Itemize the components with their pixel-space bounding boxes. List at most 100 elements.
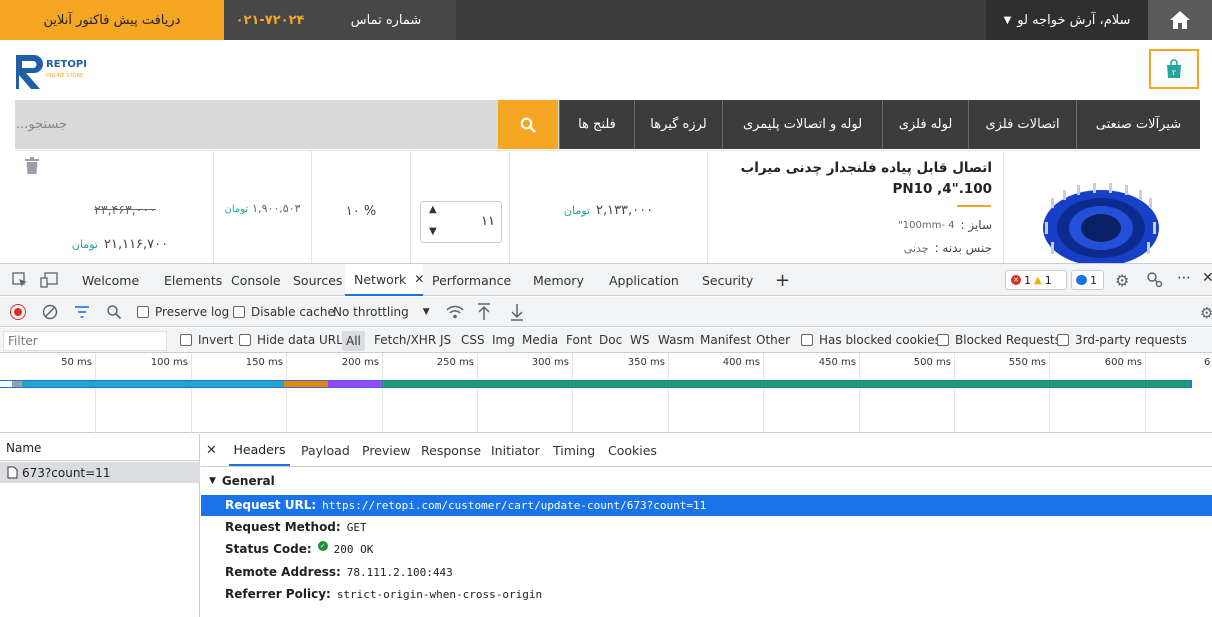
tab-security[interactable]: Security	[702, 264, 753, 296]
timeline-tick-label: 450 ms	[818, 357, 856, 368]
request-url-row[interactable]: Request URL: https://retopi.com/customer…	[225, 498, 706, 512]
search-button[interactable]	[498, 100, 558, 149]
tab-initiator[interactable]: Initiator	[491, 434, 540, 466]
cart-button[interactable]: ۲	[1149, 49, 1199, 89]
type-filter-other[interactable]: Other	[756, 333, 790, 347]
inspect-element-icon[interactable]	[12, 272, 28, 288]
type-filter-img[interactable]: Img	[492, 333, 515, 347]
retopi-logo[interactable]: RETOPI ONLINE STORE	[14, 53, 104, 93]
warning-count: 1	[1044, 273, 1052, 287]
network-settings-gear-icon[interactable]: ⚙	[1200, 304, 1212, 322]
import-har-icon[interactable]	[477, 303, 491, 321]
menu-industrial-valves[interactable]: شیرآلات صنعتی	[1076, 100, 1200, 149]
quantity-decrease-button[interactable]: ▼	[429, 226, 437, 237]
status-code-value[interactable]: 200 OK	[334, 543, 374, 556]
record-stop-icon[interactable]	[10, 304, 26, 320]
settings-gear-icon[interactable]: ⚙	[1115, 271, 1129, 290]
throttling-select[interactable]: No throttling ▼	[333, 300, 433, 324]
close-tab-icon[interactable]: ✕	[414, 272, 424, 286]
search-input[interactable]: جستجو...	[16, 100, 496, 149]
type-filter-doc[interactable]: Doc	[599, 333, 622, 347]
preserve-log-checkbox[interactable]: Preserve log	[137, 305, 229, 319]
type-filter-media[interactable]: Media	[522, 333, 558, 347]
logo-brand: RETOPI	[46, 59, 87, 70]
tab-performance[interactable]: Performance	[432, 264, 511, 296]
export-har-icon[interactable]	[510, 303, 524, 321]
checkbox-icon	[233, 306, 245, 318]
menu-vibration-dampers[interactable]: لرزه گیرها	[634, 100, 722, 149]
close-details-icon[interactable]: ✕	[206, 434, 217, 466]
tab-cookies[interactable]: Cookies	[608, 434, 657, 466]
user-greeting-dropdown[interactable]: ▼ سلام، آرش خواجه لو	[986, 0, 1148, 40]
tab-sources[interactable]: Sources	[293, 264, 342, 296]
type-filter-wasm[interactable]: Wasm	[658, 333, 694, 347]
tab-welcome[interactable]: Welcome	[82, 264, 139, 296]
type-filter-css[interactable]: CSS	[461, 333, 485, 347]
network-conditions-icon[interactable]	[446, 304, 464, 320]
device-toolbar-icon[interactable]	[40, 272, 58, 288]
more-options-icon[interactable]: ⋯	[1177, 270, 1191, 286]
remote-address-row[interactable]: Remote Address: 78.111.2.100:443	[225, 565, 453, 579]
hide-data-urls-checkbox[interactable]: Hide data URLs	[239, 333, 349, 347]
request-url-label: Request URL:	[225, 498, 317, 512]
status-code-row[interactable]: Status Code: ✓ 200 OK	[225, 541, 374, 556]
quantity-value[interactable]: ۱۱	[461, 214, 495, 229]
close-devtools-icon[interactable]: ✕	[1202, 270, 1212, 286]
type-filter-js[interactable]: JS	[440, 333, 451, 347]
home-button[interactable]	[1148, 0, 1212, 40]
tab-timing[interactable]: Timing	[553, 434, 595, 466]
quote-button[interactable]: دریافت پیش فاکتور آنلاین	[0, 0, 224, 40]
tab-preview[interactable]: Preview	[362, 434, 411, 466]
phone-number[interactable]: ۰۲۱-۷۲۰۲۴	[224, 0, 316, 40]
remote-address-label: Remote Address:	[225, 565, 341, 579]
tab-headers[interactable]: Headers	[229, 434, 290, 466]
type-filter-fetch-xhr[interactable]: Fetch/XHR	[374, 333, 436, 347]
third-party-checkbox[interactable]: 3rd-party requests	[1057, 333, 1187, 347]
request-row[interactable]: 673?count=11	[0, 462, 200, 483]
type-filter-manifest[interactable]: Manifest	[700, 333, 751, 347]
menu-flanges[interactable]: فلنج ها	[559, 100, 634, 149]
general-section-header[interactable]: ▼ General	[209, 474, 275, 488]
search-icon	[520, 117, 536, 133]
referrer-policy-row[interactable]: Referrer Policy: strict-origin-when-cros…	[225, 587, 542, 601]
tab-memory[interactable]: Memory	[533, 264, 584, 296]
request-method-value[interactable]: GET	[347, 521, 367, 534]
type-filter-all[interactable]: All	[342, 331, 365, 351]
type-filter-font[interactable]: Font	[566, 333, 592, 347]
quantity-increase-button[interactable]: ▲	[429, 204, 437, 215]
discount-percent: % ۱۰	[345, 204, 377, 219]
add-tab-icon[interactable]: +	[775, 264, 790, 296]
clear-icon[interactable]	[42, 304, 58, 320]
issues-badge[interactable]: 1	[1071, 270, 1104, 290]
type-filter-ws[interactable]: WS	[630, 333, 649, 347]
product-image[interactable]	[1035, 172, 1167, 266]
third-party-label: 3rd-party requests	[1075, 333, 1187, 347]
request-url-value[interactable]: https://retopi.com/customer/cart/update-…	[322, 499, 706, 512]
name-column-header[interactable]: Name	[0, 434, 200, 461]
invert-checkbox[interactable]: Invert	[180, 333, 233, 347]
tab-console[interactable]: Console	[231, 264, 281, 296]
connection-icon[interactable]	[1146, 271, 1164, 289]
blocked-requests-checkbox[interactable]: Blocked Requests	[937, 333, 1061, 347]
timeline-gridline	[382, 353, 383, 433]
referrer-policy-value[interactable]: strict-origin-when-cross-origin	[337, 588, 542, 601]
tab-response[interactable]: Response	[421, 434, 481, 466]
tab-network[interactable]: Network ✕	[345, 264, 424, 296]
trash-icon[interactable]	[24, 157, 40, 175]
issues-counter[interactable]: ✕ 1 ▲ 1	[1005, 270, 1067, 290]
quantity-stepper[interactable]: ▲ ▼ ۱۱	[420, 201, 502, 243]
menu-polymer-pipes[interactable]: لوله و اتصالات پلیمری	[722, 100, 882, 149]
request-method-row[interactable]: Request Method: GET	[225, 520, 367, 534]
product-title[interactable]: اتصال قابل پیاده فلنجدار چدنی میراب PN10…	[720, 158, 992, 200]
tab-payload[interactable]: Payload	[301, 434, 350, 466]
menu-metal-fittings[interactable]: اتصالات فلزی	[968, 100, 1076, 149]
tab-elements[interactable]: Elements	[164, 264, 222, 296]
disable-cache-checkbox[interactable]: Disable cache	[233, 305, 335, 319]
filter-icon[interactable]	[74, 305, 90, 319]
tab-application[interactable]: Application	[609, 264, 679, 296]
has-blocked-cookies-checkbox[interactable]: Has blocked cookies	[801, 333, 941, 347]
filter-input[interactable]: Filter	[3, 331, 167, 351]
menu-metal-pipe[interactable]: لوله فلزی	[882, 100, 968, 149]
search-icon[interactable]	[106, 304, 122, 320]
remote-address-value[interactable]: 78.111.2.100:443	[347, 566, 453, 579]
